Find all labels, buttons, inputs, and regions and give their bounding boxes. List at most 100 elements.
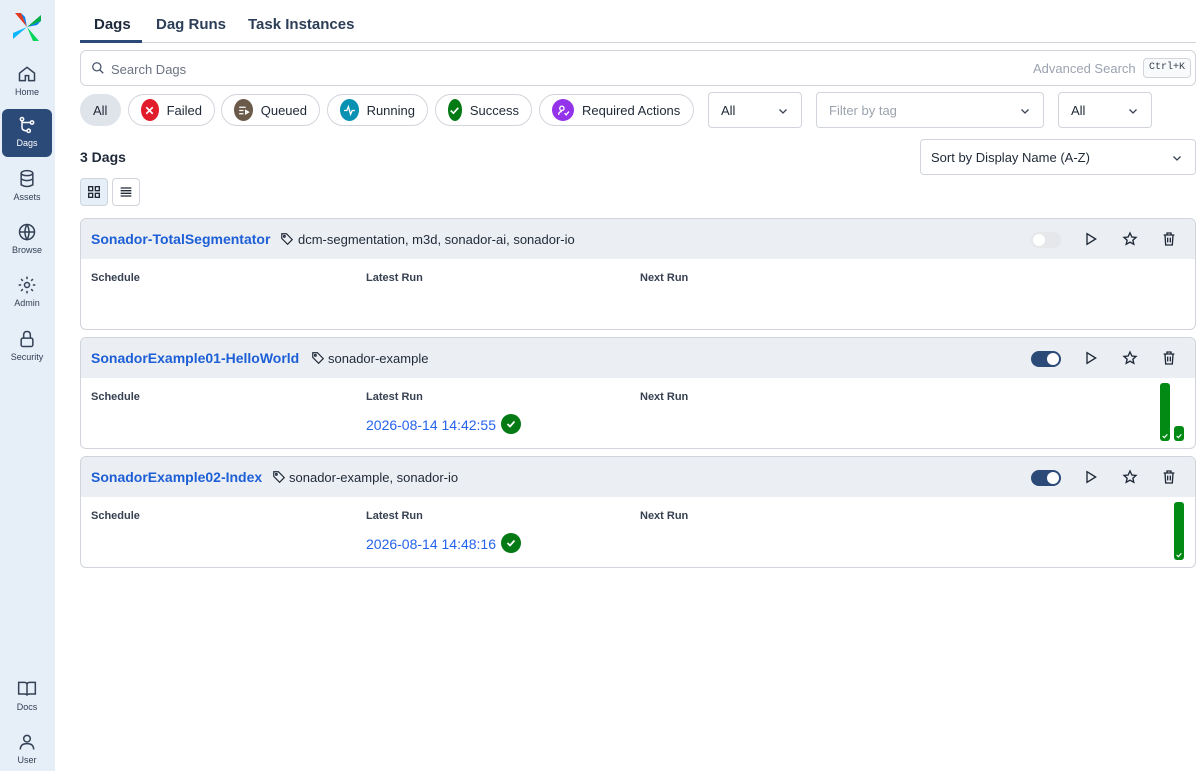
run-duration-bar[interactable] (1174, 426, 1184, 441)
dag-pause-toggle[interactable] (1031, 351, 1061, 367)
search-input[interactable] (111, 60, 711, 78)
trash-icon[interactable] (1161, 231, 1177, 247)
sidebar-label-dags: Dags (16, 138, 38, 148)
grid-view-button[interactable] (80, 178, 108, 206)
run-duration-bar[interactable] (1160, 383, 1170, 441)
latest-run-link[interactable]: 2026-08-14 14:48:16 (366, 536, 496, 552)
sort-select[interactable]: Sort by Display Name (A-Z) (920, 139, 1196, 175)
trash-icon[interactable] (1161, 469, 1177, 485)
check-icon (448, 99, 462, 121)
latest-run-link[interactable]: 2026-08-14 14:42:55 (366, 417, 496, 433)
filter-all-label: All (93, 102, 108, 118)
filter-running[interactable]: Running (327, 94, 428, 126)
filter-required-actions-label: Required Actions (582, 102, 681, 118)
toggle-knob (1047, 472, 1059, 484)
airflow-logo[interactable] (11, 11, 43, 43)
toggle-knob (1033, 234, 1045, 246)
tab-dag-runs[interactable]: Dag Runs (156, 16, 226, 33)
queue-icon (234, 99, 253, 121)
star-icon[interactable] (1122, 469, 1138, 485)
tag-filter-select[interactable]: Filter by tag (816, 92, 1044, 128)
sidebar-label-assets: Assets (13, 192, 41, 202)
toggle-knob (1047, 353, 1059, 365)
paused-filter-value: All (1071, 103, 1086, 118)
run-duration-bar[interactable] (1174, 502, 1184, 560)
tab-dags[interactable]: Dags (94, 16, 131, 33)
filter-all[interactable]: All (80, 94, 121, 126)
sidebar: Home Dags Assets Browse Admin Security D… (0, 0, 55, 771)
filter-required-actions[interactable]: Required Actions (539, 94, 694, 126)
dag-pause-toggle[interactable] (1031, 470, 1061, 486)
schedule-label: Schedule (91, 272, 140, 284)
star-icon[interactable] (1122, 350, 1138, 366)
sidebar-item-admin[interactable]: Admin (2, 269, 52, 317)
search-icon (92, 62, 104, 74)
dag-count: 3 Dags (80, 149, 126, 165)
run-filter-value: All (721, 103, 736, 118)
dag-tags[interactable]: sonador-example, sonador-io (289, 470, 458, 485)
sidebar-item-docs[interactable]: Docs (2, 673, 52, 721)
dag-tags[interactable]: sonador-example (328, 351, 428, 366)
grid-view-icon (88, 186, 100, 198)
filter-queued[interactable]: Queued (221, 94, 320, 126)
dags-icon (19, 116, 35, 134)
play-icon[interactable] (1083, 469, 1099, 485)
sidebar-item-home[interactable]: Home (2, 58, 52, 106)
lock-icon (20, 330, 34, 348)
check-icon (1176, 433, 1182, 439)
chevron-down-icon (1021, 109, 1029, 114)
gear-icon (18, 276, 36, 294)
list-view-button[interactable] (112, 178, 140, 206)
filter-failed[interactable]: Failed (128, 94, 215, 126)
paused-filter-select[interactable]: All (1058, 92, 1152, 128)
play-icon[interactable] (1083, 350, 1099, 366)
keyboard-shortcut-badge: Ctrl+K (1143, 58, 1192, 78)
sidebar-item-user[interactable]: User (2, 726, 52, 771)
dag-card: Sonador-TotalSegmentator dcm-segmentatio… (80, 218, 1196, 330)
filter-queued-label: Queued (260, 102, 307, 118)
activity-icon (340, 99, 359, 121)
tab-task-instances[interactable]: Task Instances (248, 16, 354, 33)
sidebar-label-docs: Docs (16, 702, 38, 712)
dag-title-link[interactable]: SonadorExample02-Index (91, 469, 262, 485)
filter-success[interactable]: Success (435, 94, 532, 126)
filter-success-label: Success (469, 102, 519, 118)
dag-card: SonadorExample02-Index sonador-example, … (80, 456, 1196, 568)
schedule-label: Schedule (91, 510, 140, 522)
tag-icon (312, 352, 325, 365)
globe-icon (18, 223, 36, 242)
check-icon (1162, 433, 1168, 439)
play-icon[interactable] (1083, 231, 1099, 247)
trash-icon[interactable] (1161, 350, 1177, 366)
schedule-label: Schedule (91, 391, 140, 403)
tab-bar: Dags Dag Runs Task Instances (80, 0, 1196, 43)
x-icon (141, 99, 159, 121)
tag-icon (281, 233, 294, 246)
filter-failed-label: Failed (166, 102, 202, 118)
dag-card: SonadorExample01-HelloWorld sonador-exam… (80, 337, 1196, 449)
chevron-down-icon (1173, 156, 1181, 161)
active-tab-indicator (80, 40, 142, 43)
dag-pause-toggle[interactable] (1031, 232, 1061, 248)
list-view-icon (120, 187, 132, 197)
star-icon[interactable] (1122, 231, 1138, 247)
sidebar-item-browse[interactable]: Browse (2, 216, 52, 264)
sidebar-item-dags[interactable]: Dags (2, 109, 52, 157)
book-icon (17, 681, 37, 696)
app-root: Home Dags Assets Browse Admin Security D… (0, 0, 1200, 771)
dag-title-link[interactable]: SonadorExample01-HelloWorld (91, 350, 299, 366)
sidebar-item-security[interactable]: Security (2, 323, 52, 371)
database-icon (20, 169, 34, 188)
sidebar-label-admin: Admin (14, 298, 40, 308)
sidebar-item-assets[interactable]: Assets (2, 163, 52, 211)
success-check-icon (501, 533, 521, 553)
dag-title-link[interactable]: Sonador-TotalSegmentator (91, 231, 270, 247)
search-bar: Advanced Search Ctrl+K (80, 50, 1196, 86)
advanced-search-link[interactable]: Advanced Search (1033, 61, 1136, 76)
dag-tags[interactable]: dcm-segmentation, m3d, sonador-ai, sonad… (298, 232, 575, 247)
run-filter-select[interactable]: All (708, 92, 802, 128)
sort-value: Sort by Display Name (A-Z) (931, 150, 1090, 165)
next-run-label: Next Run (640, 510, 689, 522)
home-icon (18, 66, 36, 82)
check-icon (1176, 552, 1182, 558)
